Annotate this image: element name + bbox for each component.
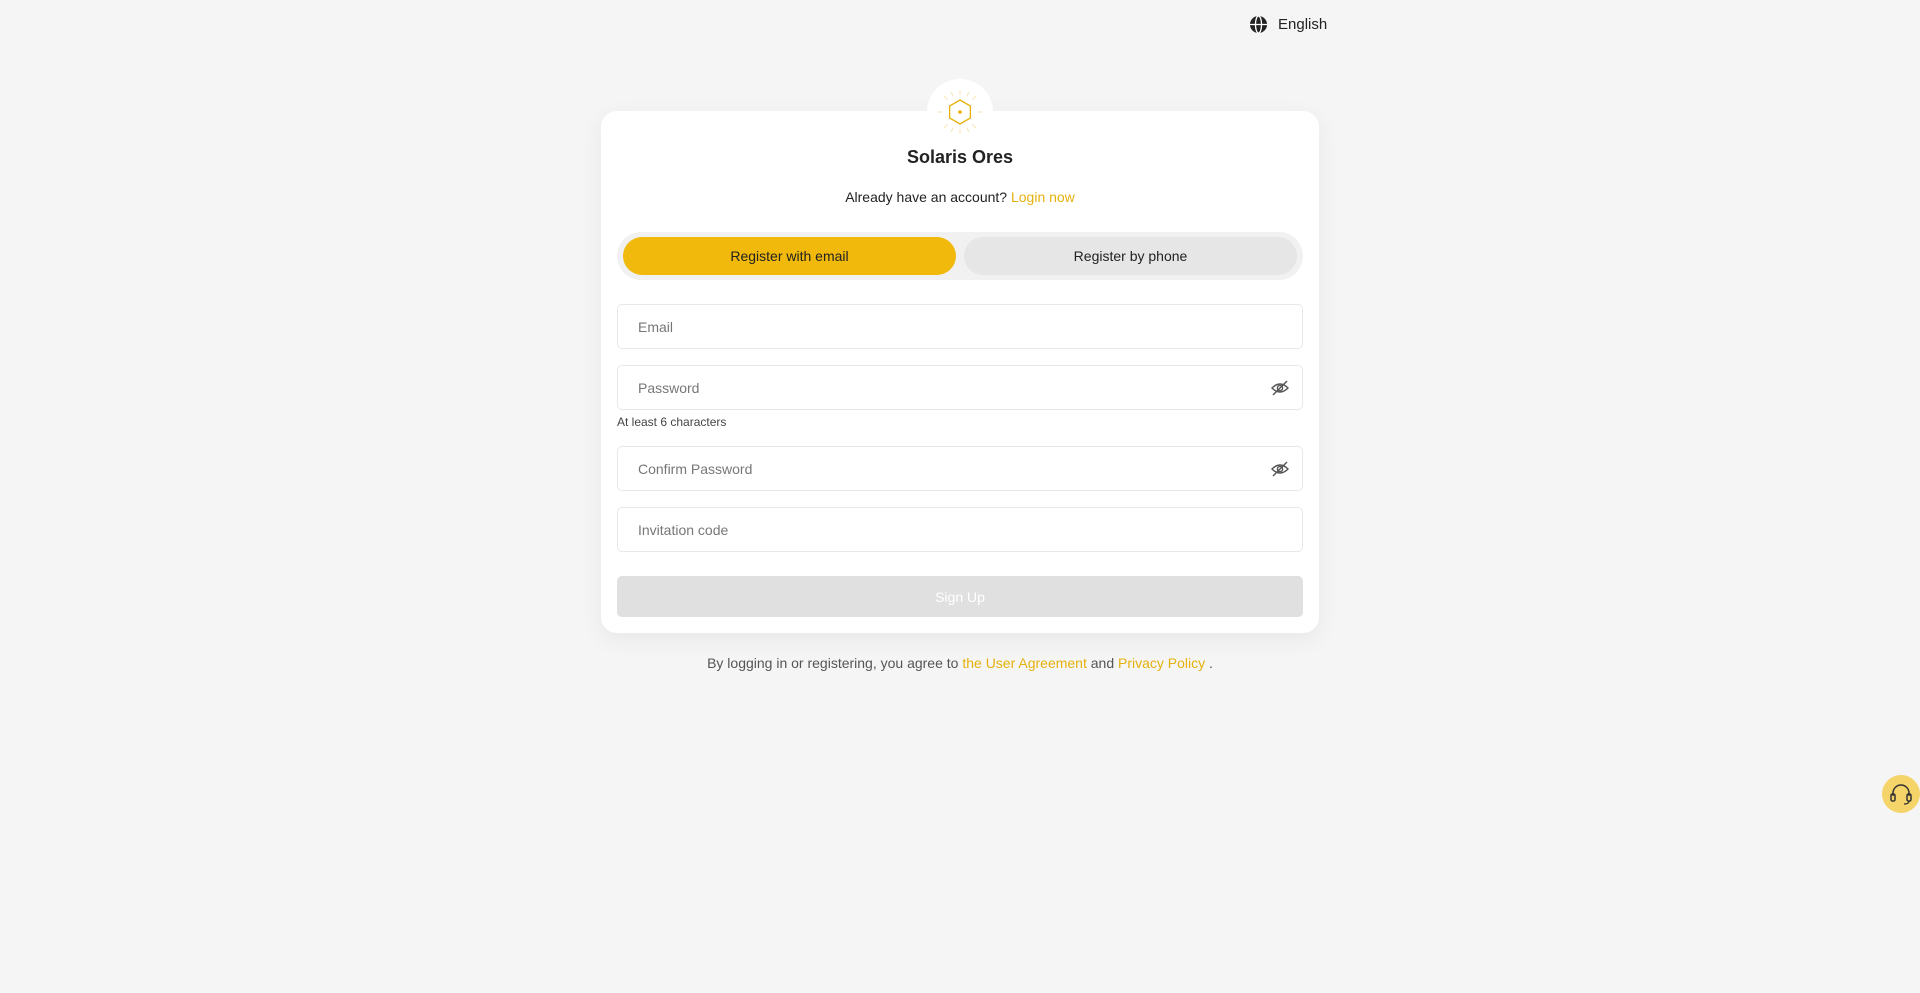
eye-off-icon[interactable] bbox=[1270, 379, 1290, 397]
headset-icon bbox=[1890, 784, 1912, 805]
language-selector[interactable]: English bbox=[1249, 13, 1327, 35]
privacy-policy-link[interactable]: Privacy Policy bbox=[1118, 655, 1205, 671]
password-field-box bbox=[617, 365, 1303, 410]
login-prompt: Already have an account? Login now bbox=[601, 189, 1319, 205]
customer-support-button[interactable] bbox=[1882, 775, 1920, 813]
password-input[interactable] bbox=[618, 366, 1238, 409]
tab-register-phone[interactable]: Register by phone bbox=[964, 237, 1297, 275]
confirm-password-input[interactable] bbox=[618, 447, 1238, 490]
register-method-tabs: Register with email Register by phone bbox=[617, 232, 1303, 280]
agreement-text: By logging in or registering, you agree … bbox=[601, 655, 1319, 671]
language-label: English bbox=[1278, 15, 1328, 33]
tab-register-email[interactable]: Register with email bbox=[623, 237, 956, 275]
globe-icon bbox=[1249, 14, 1268, 34]
hexagon-sun-logo bbox=[938, 90, 982, 134]
invitation-code-input[interactable] bbox=[618, 508, 1238, 551]
email-input[interactable] bbox=[618, 305, 1238, 348]
agreement-and: and bbox=[1090, 655, 1115, 671]
eye-off-icon[interactable] bbox=[1270, 460, 1290, 478]
email-field-box bbox=[617, 304, 1303, 349]
user-agreement-link[interactable]: the User Agreement bbox=[962, 655, 1087, 671]
password-hint: At least 6 characters bbox=[617, 415, 727, 429]
invitation-code-field-box bbox=[617, 507, 1303, 552]
confirm-password-field-box bbox=[617, 446, 1303, 491]
brand-logo bbox=[927, 79, 993, 145]
agreement-prefix: By logging in or registering, you agree … bbox=[707, 655, 959, 671]
sign-up-button[interactable]: Sign Up bbox=[617, 576, 1303, 617]
agreement-suffix: . bbox=[1209, 655, 1213, 671]
login-now-link[interactable]: Login now bbox=[1011, 189, 1075, 205]
page-title: Solaris Ores bbox=[906, 147, 1014, 167]
login-prompt-text: Already have an account? bbox=[845, 189, 1008, 205]
